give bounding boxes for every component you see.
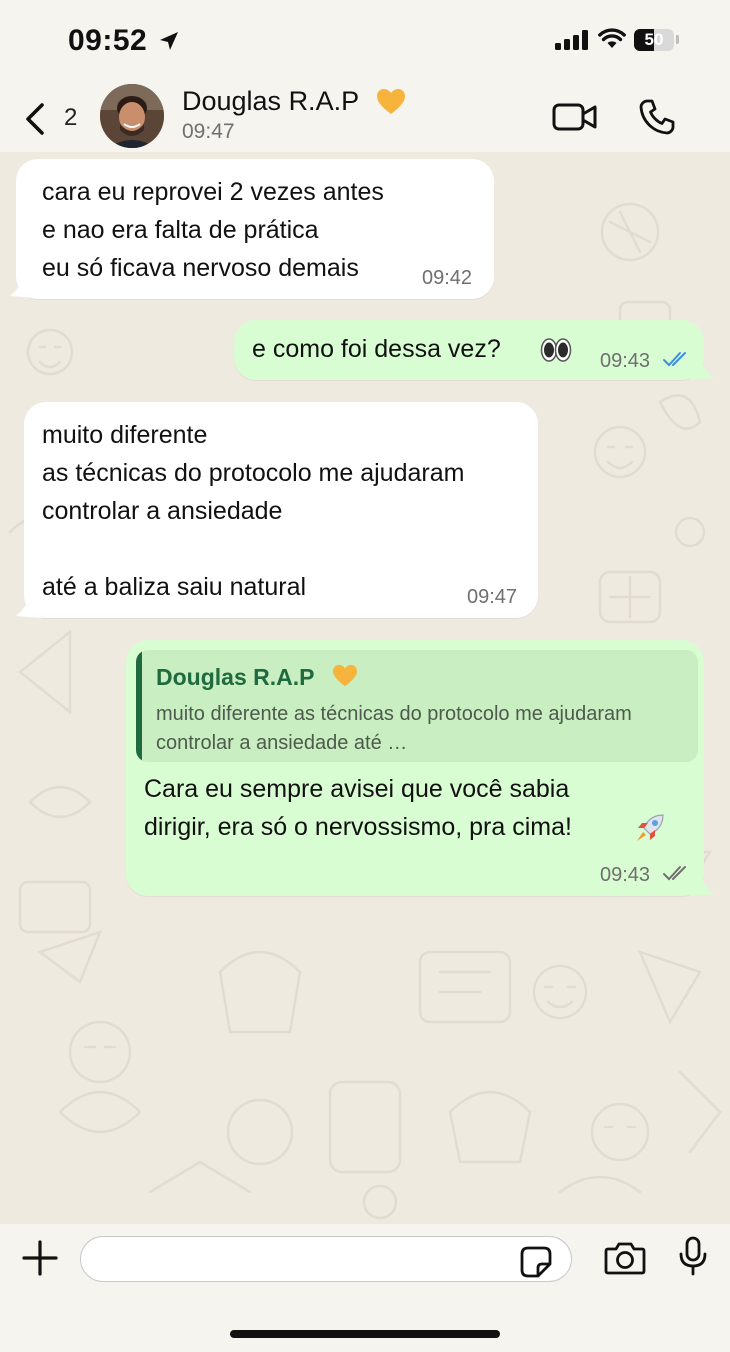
unread-count[interactable]: 2 [64,104,77,132]
chat-area[interactable]: cara eu reprovei 2 vezes antes e nao era… [0,152,730,1224]
rocket-emoji-icon [637,814,664,841]
bubble-tail-outgoing [690,874,714,896]
quote-accent-bar [136,650,142,762]
message-input-bar [0,1224,730,1352]
back-chevron-icon[interactable] [22,102,52,136]
chat-header: 2 Douglas R.A.P 09:47 [0,78,730,152]
message-bubble-outgoing[interactable]: e como foi dessa vez? 09:43 [234,320,704,380]
video-call-icon[interactable] [552,102,598,132]
message-text: cara eu reprovei 2 vezes antes e nao era… [42,178,384,282]
quoted-text: muito diferente as técnicas do protocolo… [156,703,632,754]
camera-icon[interactable] [604,1240,646,1276]
wifi-icon [598,28,626,48]
status-clock: 09:52 [68,24,148,57]
battery-percentage: 50 [644,30,664,49]
contact-name[interactable]: Douglas R.A.P [182,86,359,117]
message-time: 09:43 [600,864,651,886]
message-input[interactable] [80,1236,572,1282]
delivered-double-tick-icon [663,866,686,881]
battery-icon: 50 [634,29,674,51]
message-bubble-incoming[interactable]: cara eu reprovei 2 vezes antes e nao era… [16,159,494,299]
bubble-tail-incoming [10,276,36,298]
message-time: 09:43 [600,350,651,372]
message-text: Cara eu sempre avisei que você sabia dir… [144,775,572,841]
message-time: 09:47 [467,586,518,608]
message-time: 09:42 [422,267,473,289]
home-indicator [230,1330,500,1338]
message-text: muito diferente as técnicas do protocolo… [42,421,465,601]
quoted-message[interactable]: Douglas R.A.P muito diferente as técnica… [136,650,698,762]
cellular-signal-icon [555,30,588,50]
bubble-tail-outgoing [690,358,714,380]
yellow-heart-icon [377,89,405,114]
last-seen-time: 09:47 [182,120,235,143]
yellow-heart-icon [333,664,357,687]
phone-call-icon[interactable] [638,98,676,136]
message-bubble-incoming[interactable]: muito diferente as técnicas do protocolo… [24,402,538,618]
microphone-icon[interactable] [678,1236,708,1276]
location-arrow-icon [160,32,178,50]
plus-icon[interactable] [22,1240,58,1276]
battery-tip [676,35,679,44]
contact-avatar[interactable] [100,84,164,148]
read-double-tick-icon [663,352,686,367]
avatar-photo-icon [100,84,164,148]
message-bubble-outgoing-reply[interactable]: Douglas R.A.P muito diferente as técnica… [126,640,704,896]
eyes-emoji-icon [540,338,572,362]
bubble-tail-incoming [16,596,42,618]
status-bar: 09:52 50 [0,0,730,78]
message-text: e como foi dessa vez? [252,335,501,363]
sticker-icon[interactable] [520,1246,552,1278]
quoted-author: Douglas R.A.P [156,664,315,690]
